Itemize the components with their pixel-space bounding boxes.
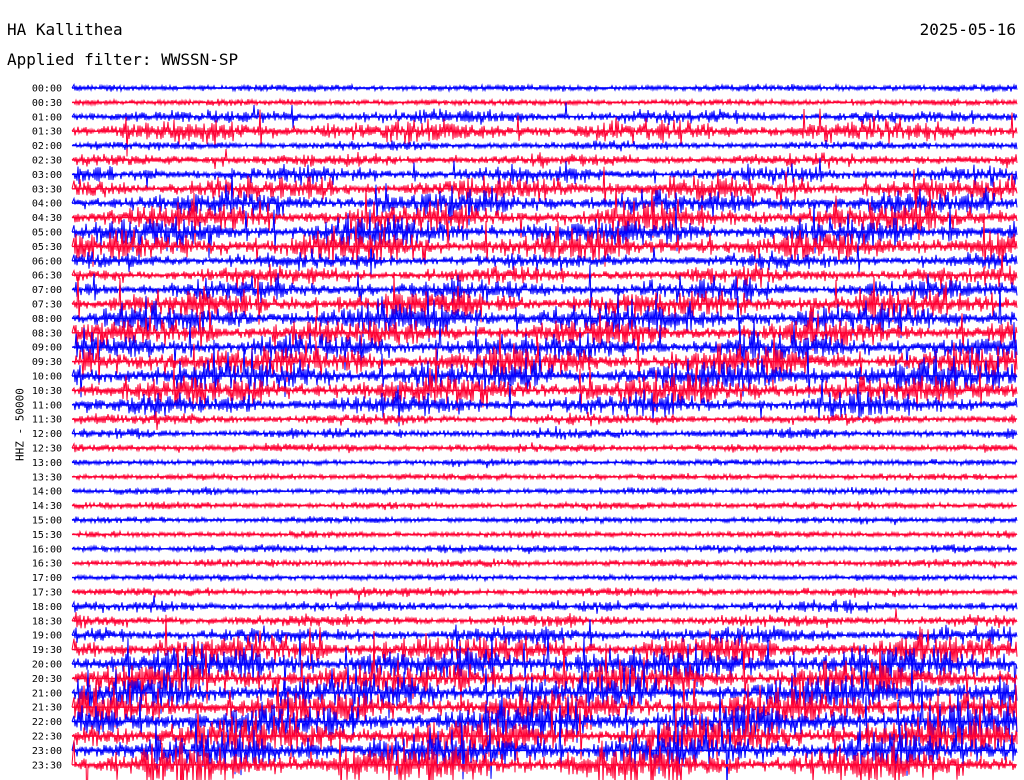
time-tick-label: 08:30 — [32, 328, 62, 339]
time-tick-label: 04:00 — [32, 199, 62, 210]
time-tick-label: 15:30 — [32, 530, 62, 541]
time-tick-label: 19:30 — [32, 645, 62, 656]
time-tick-label: 20:00 — [32, 660, 62, 671]
time-tick-label: 17:00 — [32, 573, 62, 584]
trace-line — [71, 148, 1018, 169]
trace-line — [71, 595, 1018, 614]
time-tick-label: 11:30 — [32, 415, 62, 426]
time-tick-label: 23:30 — [32, 760, 62, 771]
time-tick-label: 02:30 — [32, 156, 62, 167]
time-tick-label: 07:30 — [32, 300, 62, 311]
time-tick-label: 05:30 — [32, 242, 62, 253]
time-tick-label: 18:00 — [32, 602, 62, 613]
time-tick-label: 01:00 — [32, 112, 62, 123]
trace-line — [71, 411, 1018, 430]
time-tick-label: 03:00 — [32, 170, 62, 181]
trace-line — [71, 457, 1018, 469]
time-tick-label: 00:30 — [32, 98, 62, 109]
trace-line — [71, 102, 1018, 128]
time-tick-label: 13:30 — [32, 472, 62, 483]
time-tick-label: 21:00 — [32, 688, 62, 699]
time-tick-label: 22:00 — [32, 717, 62, 728]
time-tick-label: 13:00 — [32, 458, 62, 469]
time-tick-label: 21:30 — [32, 703, 62, 714]
time-tick-label: 06:30 — [32, 271, 62, 282]
time-tick-label: 09:30 — [32, 357, 62, 368]
time-tick-label: 18:30 — [32, 616, 62, 627]
time-tick-label: 17:30 — [32, 588, 62, 599]
time-tick-label: 16:30 — [32, 559, 62, 570]
time-tick-label: 19:00 — [32, 631, 62, 642]
time-tick-label: 20:30 — [32, 674, 62, 685]
time-tick-label: 05:00 — [32, 228, 62, 239]
time-tick-label: 15:00 — [32, 516, 62, 527]
helicorder-plot: 00:00 00:30 01:00 01:30 02:00 02:30 03:00 03:30… — [32, 82, 1018, 780]
time-tick-label: 14:00 — [32, 487, 62, 498]
time-tick-label: 11:00 — [32, 400, 62, 411]
time-tick-label: 04:30 — [32, 213, 62, 224]
time-tick-label: 12:00 — [32, 429, 62, 440]
time-tick-label: 22:30 — [32, 732, 62, 743]
time-tick-label: 16:00 — [32, 544, 62, 555]
trace-line — [71, 608, 1018, 629]
trace-line — [71, 586, 1018, 602]
time-tick-label: 23:00 — [32, 746, 62, 757]
time-tick-label: 06:00 — [32, 256, 62, 267]
time-tick-label: 10:30 — [32, 386, 62, 397]
time-tick-label: 03:30 — [32, 184, 62, 195]
time-tick-label: 08:00 — [32, 314, 62, 325]
time-tick-label: 07:00 — [32, 285, 62, 296]
time-tick-label: 00:00 — [32, 84, 62, 95]
time-tick-label: 14:30 — [32, 501, 62, 512]
time-tick-label: 12:30 — [32, 444, 62, 455]
time-tick-label: 10:00 — [32, 372, 62, 383]
time-tick-label: 09:00 — [32, 343, 62, 354]
time-tick-label: 02:00 — [32, 141, 62, 152]
time-tick-label: 01:30 — [32, 127, 62, 138]
